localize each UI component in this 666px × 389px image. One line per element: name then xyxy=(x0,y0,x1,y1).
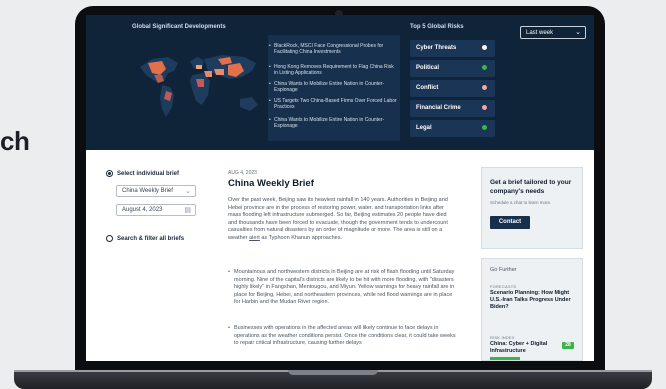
risk-item-cyber-threats[interactable]: Cyber Threats xyxy=(410,40,495,57)
paragraph-text: as Typhoon Khanun approaches. xyxy=(259,234,342,241)
article-bullet: Businesses with operations in the affect… xyxy=(228,325,456,348)
score-badge-value: 28 xyxy=(565,342,571,348)
world-map[interactable] xyxy=(132,35,272,135)
select-individual-radio[interactable] xyxy=(106,170,113,177)
score-bar xyxy=(490,357,520,360)
tailored-brief-card: Get a brief tailored to your company's n… xyxy=(481,167,583,249)
related-article-link[interactable]: Scenario Planning: How Might U.S.-Iran T… xyxy=(490,290,576,311)
go-further-panel: Go Further FORECASTS Scenario Planning: … xyxy=(481,258,583,361)
search-filter-radio[interactable] xyxy=(106,235,113,242)
risks-title: Top 5 Global Risks xyxy=(410,24,464,30)
select-individual-label: Select individual brief xyxy=(117,171,180,177)
news-item[interactable]: China Wants to Mobilize Entire Nation in… xyxy=(269,117,398,129)
risk-item-legal[interactable]: Legal xyxy=(410,120,495,137)
chevron-down-icon: ⌄ xyxy=(185,188,191,195)
news-item[interactable]: BlackRock, MSCI Face Congressional Probe… xyxy=(269,43,398,55)
plus-icon xyxy=(482,65,487,70)
risk-item-political[interactable]: Political xyxy=(410,60,495,77)
contact-button[interactable]: Contact xyxy=(490,216,530,229)
brief-select-value: China Weekly Brief xyxy=(122,188,173,194)
risk-label: Political xyxy=(416,65,440,71)
risk-label: Conflict xyxy=(416,85,439,91)
developments-title: Global Significant Developments xyxy=(132,24,226,30)
risk-item-conflict[interactable]: Conflict xyxy=(410,80,495,97)
risk-label: Financial Crime xyxy=(416,105,461,111)
risk-label: Legal xyxy=(416,125,432,131)
score-badge: 28 xyxy=(562,342,574,349)
calendar-icon: ▤ xyxy=(184,207,191,214)
risk-dashboard: Global Significant Developments Top 5 Gl… xyxy=(86,15,594,150)
news-item[interactable]: Hong Kong Removes Requirement to Flag Ch… xyxy=(269,64,398,76)
plus-icon xyxy=(482,125,487,130)
period-select-label: Last week xyxy=(526,30,554,36)
period-select[interactable]: Last week ⌄ xyxy=(520,26,586,39)
news-panel: BlackRock, MSCI Face Congressional Probe… xyxy=(268,35,400,141)
article-title: China Weekly Brief xyxy=(228,178,314,189)
date-field-value: August 4, 2023 xyxy=(122,207,163,213)
card-subtitle: Schedule a chat to learn more. xyxy=(490,200,552,205)
news-item[interactable]: China Wants to Mobilize Entire Nation in… xyxy=(269,81,398,93)
plus-icon xyxy=(482,85,487,90)
brief-select[interactable]: China Weekly Brief ⌄ xyxy=(116,185,196,197)
plus-icon xyxy=(482,105,487,110)
date-field[interactable]: August 4, 2023 ▤ xyxy=(116,204,196,216)
alert-link[interactable]: alert xyxy=(249,235,260,241)
plus-icon xyxy=(482,45,487,50)
card-title: Get a brief tailored to your company's n… xyxy=(490,179,572,195)
news-item[interactable]: US Targets Two China-Based Firms Over Fo… xyxy=(269,98,398,110)
search-filter-label: Search & filter all briefs xyxy=(117,236,185,242)
risk-item-financial-crime[interactable]: Financial Crime xyxy=(410,100,495,117)
article-paragraph: Over the past week, Beijing saw its heav… xyxy=(228,197,453,243)
laptop-notch xyxy=(288,370,378,375)
contact-button-label: Contact xyxy=(498,219,522,225)
article-category: RISK INDEX xyxy=(490,335,515,340)
laptop-screen: Global Significant Developments Top 5 Gl… xyxy=(86,15,594,361)
article-category: FORECASTS xyxy=(490,284,517,289)
risk-label: Cyber Threats xyxy=(416,45,457,51)
background-heading-fragment: ch xyxy=(0,126,30,156)
go-further-title: Go Further xyxy=(490,267,517,273)
related-article-link[interactable]: China: Cyber + Digital Infrastructure xyxy=(490,341,560,355)
article-bullet: Mountainous and northwestern districts i… xyxy=(228,269,456,307)
chevron-down-icon: ⌄ xyxy=(575,29,581,36)
article-date: AUG 4, 2023 xyxy=(228,170,257,176)
